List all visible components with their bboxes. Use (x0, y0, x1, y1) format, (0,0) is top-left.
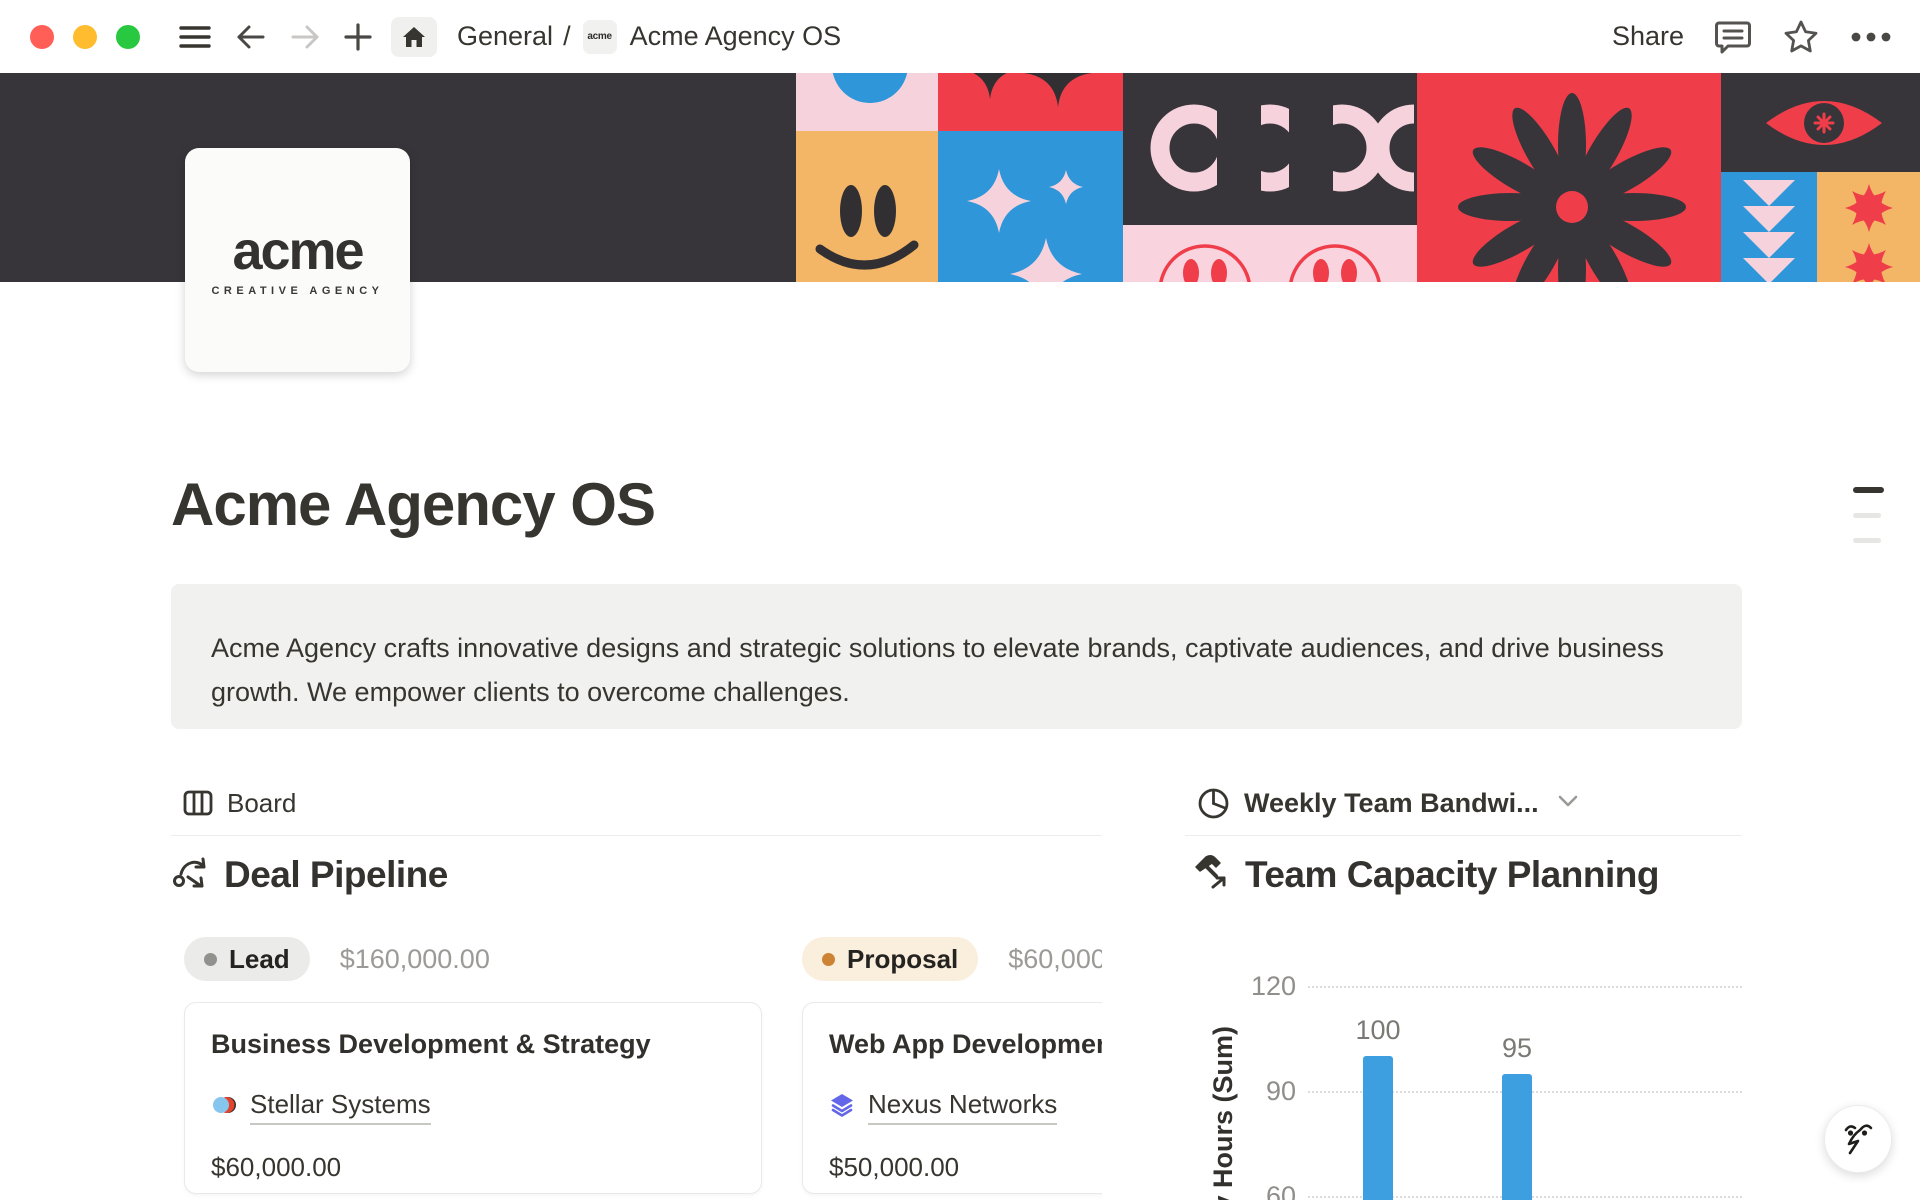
close-window-button[interactable] (30, 25, 54, 49)
card-title: Web App Development (829, 1029, 1102, 1060)
tab-weekly-team-bandwidth[interactable]: Weekly Team Bandwi... (1244, 788, 1539, 819)
column-total: $60,000.00 (1008, 944, 1102, 975)
ai-face-icon (1836, 1117, 1880, 1161)
chevron-down-icon[interactable] (1557, 794, 1579, 813)
card-amount: $60,000.00 (211, 1152, 735, 1183)
bar-group: 100 (1350, 986, 1406, 1200)
bar (1363, 1056, 1393, 1200)
comments-icon[interactable] (1714, 19, 1752, 55)
share-button[interactable]: Share (1612, 21, 1684, 52)
zoom-window-button[interactable] (116, 25, 140, 49)
status-badge-lead[interactable]: Lead (184, 937, 310, 981)
home-icon (402, 26, 426, 48)
cover-tile-flower (1417, 73, 1721, 282)
breadcrumb: General / acme Acme Agency OS (457, 20, 841, 54)
board-view-icon (183, 790, 213, 816)
y-axis-label: Capacity Hours (Sum) (1208, 1028, 1242, 1200)
toolbar: General / acme Acme Agency OS Share (0, 0, 1920, 73)
table-of-contents[interactable] (1853, 487, 1885, 563)
page-icon-badge[interactable]: acme (583, 20, 617, 54)
status-dot (204, 953, 217, 966)
home-button[interactable] (391, 17, 437, 57)
toc-item[interactable] (1853, 513, 1881, 518)
cover-tile-oddc (1123, 73, 1417, 225)
app-window: General / acme Acme Agency OS Share (0, 0, 1920, 1200)
pie-chart-icon (1197, 787, 1230, 820)
deal-pipeline-board: Lead $160,000.00 Business Development & … (171, 920, 1102, 1200)
bar-value-label: 95 (1502, 1033, 1532, 1064)
deal-pipeline-heading: Deal Pipeline (171, 853, 448, 896)
toc-item-active[interactable] (1853, 487, 1884, 493)
board-card[interactable]: Business Development & Strategy Stellar … (184, 1002, 762, 1194)
cover-tile-eye (1721, 73, 1920, 172)
callout-block: Acme Agency crafts innovative designs an… (171, 584, 1742, 729)
more-options-icon[interactable] (1850, 31, 1892, 43)
tab-board[interactable]: Board (227, 788, 296, 819)
y-tick: 120 (1230, 971, 1296, 1002)
status-badge-proposal[interactable]: Proposal (802, 937, 978, 981)
cover-tile-bursts (1817, 172, 1920, 282)
nexus-networks-logo-icon (829, 1092, 855, 1123)
bar-value-label: 100 (1355, 1015, 1400, 1046)
stellar-systems-logo-icon (211, 1092, 237, 1123)
card-amount: $50,000.00 (829, 1152, 1102, 1183)
breadcrumb-page[interactable]: Acme Agency OS (630, 21, 842, 52)
cover-tile-circle (796, 73, 938, 131)
sidebar-menu-icon[interactable] (179, 24, 211, 50)
forward-icon[interactable] (289, 23, 321, 51)
team-capacity-title: Team Capacity Planning (1245, 854, 1659, 896)
status-dot (822, 953, 835, 966)
client-link[interactable]: Stellar Systems (250, 1089, 431, 1125)
cover-tile-smiley (796, 131, 938, 282)
cover-tile-triangles (1721, 172, 1817, 282)
team-capacity-heading: Team Capacity Planning (1192, 853, 1659, 896)
client-link[interactable]: Nexus Networks (868, 1089, 1057, 1125)
toc-item[interactable] (1853, 538, 1881, 543)
bar-group: 95 (1489, 986, 1545, 1200)
breadcrumb-root[interactable]: General (457, 21, 553, 52)
hammer-icon (1192, 853, 1230, 896)
callout-text: Acme Agency crafts innovative designs an… (211, 626, 1672, 714)
board-view-tabs: Board (171, 771, 1102, 836)
board-card[interactable]: Web App Development Nexus Networks $50,0… (802, 1002, 1102, 1194)
cover-tile-sparkles (938, 131, 1123, 282)
pipeline-icon (171, 853, 209, 896)
deal-pipeline-title: Deal Pipeline (224, 854, 448, 896)
cover-art-collage (796, 73, 1920, 282)
acme-logo: acme (232, 224, 362, 278)
cover-tile-stars (938, 73, 1123, 131)
breadcrumb-separator: / (563, 21, 571, 52)
chart-view-tabs: Weekly Team Bandwi... (1185, 771, 1742, 836)
notion-ai-button[interactable] (1824, 1105, 1892, 1173)
status-label: Lead (229, 944, 290, 975)
column-total: $160,000.00 (340, 944, 490, 975)
favorite-star-icon[interactable] (1782, 19, 1820, 55)
cover-tile-smileys-outline (1123, 225, 1417, 282)
bar (1502, 1074, 1532, 1200)
minimize-window-button[interactable] (73, 25, 97, 49)
back-icon[interactable] (235, 23, 267, 51)
page-title: Acme Agency OS (171, 470, 655, 539)
acme-logo-tagline: CREATIVE AGENCY (211, 285, 383, 297)
new-page-icon[interactable] (343, 22, 373, 52)
card-title: Business Development & Strategy (211, 1029, 735, 1060)
cover-logo-card: acme CREATIVE AGENCY (185, 148, 410, 372)
status-label: Proposal (847, 944, 958, 975)
